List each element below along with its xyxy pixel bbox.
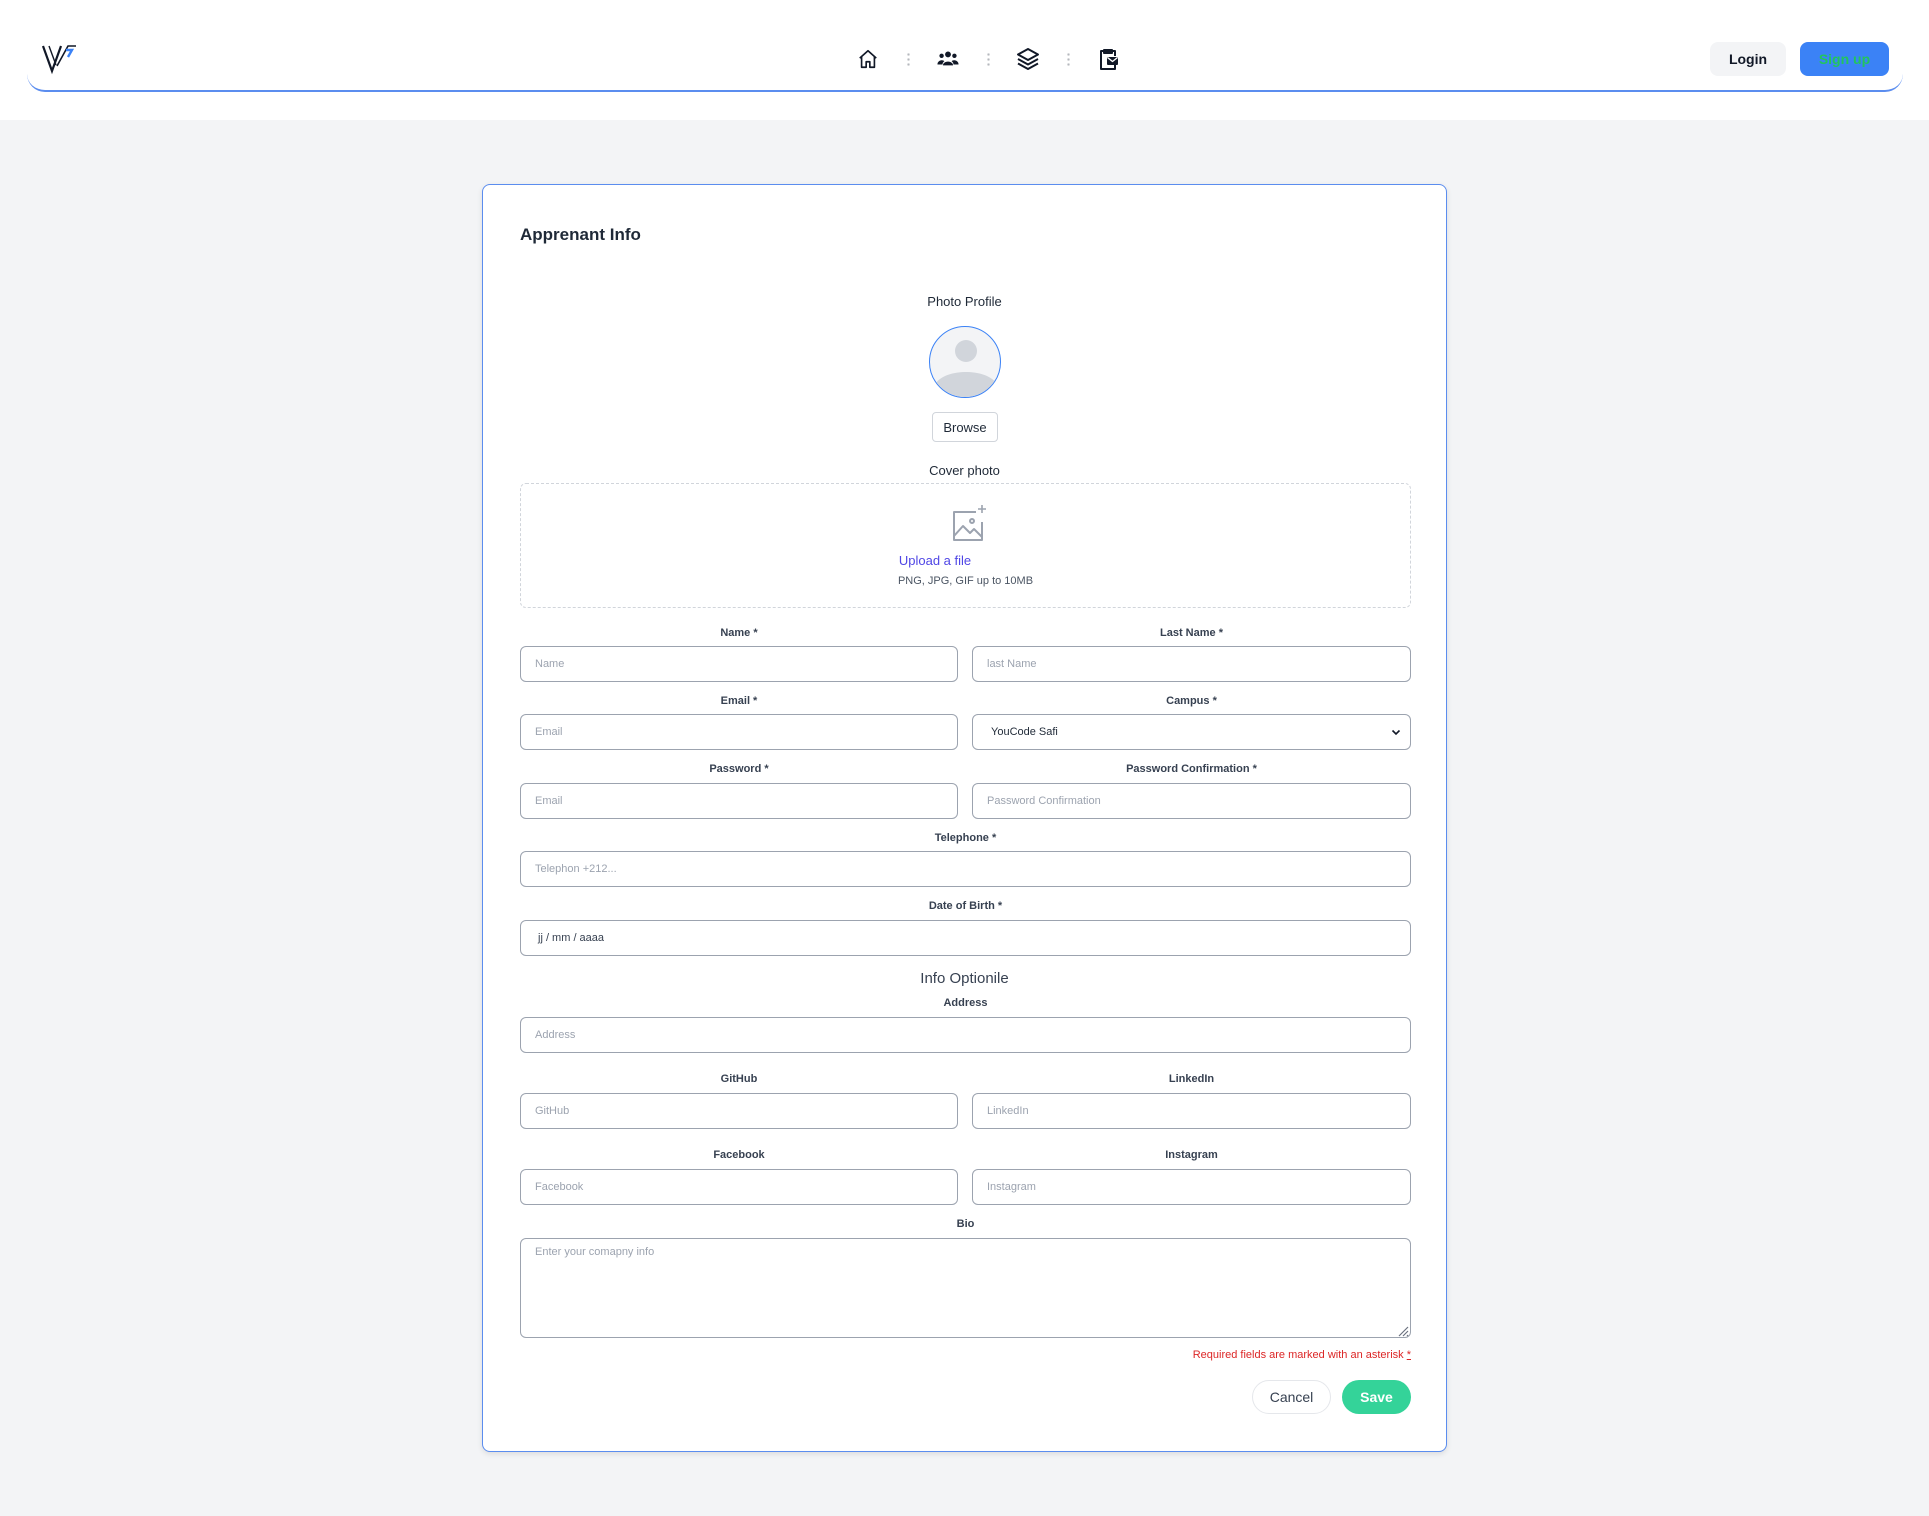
facebook-input[interactable]	[520, 1169, 958, 1205]
chevron-down-icon	[1391, 727, 1401, 740]
telephone-label: Telephone *	[934, 832, 997, 844]
signup-button[interactable]: Sign up	[1800, 42, 1889, 76]
apprenant-info-card: Apprenant Info Photo Profile Browse Cove…	[482, 184, 1447, 1452]
upload-hint: PNG, JPG, GIF up to 10MB	[897, 575, 1034, 587]
nav-separator	[963, 52, 1013, 66]
campus-label: Campus *	[1166, 695, 1217, 707]
instagram-label: Instagram	[1165, 1149, 1218, 1161]
instagram-input[interactable]	[972, 1169, 1411, 1205]
cover-photo-label: Cover photo	[929, 463, 1000, 478]
optional-section-title: Info Optionile	[920, 970, 1009, 987]
email-label: Email *	[720, 695, 758, 707]
linkedin-input[interactable]	[972, 1093, 1411, 1129]
github-input[interactable]	[520, 1093, 958, 1129]
password-confirmation-input[interactable]	[972, 783, 1411, 819]
last-name-input[interactable]	[972, 646, 1411, 682]
email-input[interactable]	[520, 714, 958, 750]
password-label: Password *	[709, 763, 769, 775]
image-upload-icon	[949, 504, 989, 549]
cover-photo-dropzone[interactable]: Upload a file PNG, JPG, GIF up to 10MB	[520, 483, 1411, 608]
cancel-button[interactable]: Cancel	[1252, 1380, 1331, 1414]
browse-button[interactable]: Browse	[932, 412, 998, 442]
password-confirmation-label: Password Confirmation *	[1126, 763, 1257, 775]
bio-label: Bio	[956, 1218, 975, 1230]
card-title: Apprenant Info	[520, 225, 641, 244]
top-navbar: Login Sign up	[0, 0, 1929, 120]
resize-handle-icon[interactable]	[1397, 1324, 1409, 1342]
password-input[interactable]	[520, 783, 958, 819]
brand-logo-icon[interactable]	[41, 42, 77, 76]
campus-select[interactable]: YouCode Safi	[972, 714, 1411, 750]
name-input[interactable]	[520, 646, 958, 682]
avatar-placeholder-icon[interactable]	[929, 326, 1001, 398]
required-note-text: Required fields are marked with an aster…	[1192, 1349, 1404, 1361]
date-of-birth-input[interactable]: jj / mm / aaaa	[520, 920, 1411, 956]
linkedin-label: LinkedIn	[1168, 1073, 1215, 1085]
address-input[interactable]	[520, 1017, 1411, 1053]
campus-selected-value: YouCode Safi	[991, 726, 1058, 738]
save-button[interactable]: Save	[1342, 1380, 1411, 1414]
date-of-birth-value: jj / mm / aaaa	[538, 932, 605, 944]
users-icon[interactable]	[933, 44, 963, 74]
required-fields-note: Required fields are marked with an aster…	[1193, 1349, 1411, 1361]
login-button[interactable]: Login	[1710, 42, 1786, 76]
name-label: Name *	[720, 627, 758, 639]
date-of-birth-label: Date of Birth *	[928, 900, 1003, 912]
upload-file-link[interactable]: Upload a file	[521, 553, 1349, 568]
address-label: Address	[943, 997, 988, 1009]
telephone-input[interactable]	[520, 851, 1411, 887]
facebook-label: Facebook	[713, 1149, 765, 1161]
clipboard-icon[interactable]	[1093, 44, 1123, 74]
layers-icon[interactable]	[1013, 44, 1043, 74]
last-name-label: Last Name *	[1160, 627, 1223, 639]
main-nav	[853, 44, 1123, 74]
photo-profile-label: Photo Profile	[927, 294, 1002, 309]
required-asterisk: *	[1406, 1349, 1411, 1361]
navbar-container: Login Sign up	[27, 0, 1903, 92]
bio-textarea[interactable]	[520, 1238, 1411, 1338]
github-label: GitHub	[720, 1073, 758, 1085]
home-icon[interactable]	[853, 44, 883, 74]
nav-separator	[1043, 52, 1093, 66]
nav-separator	[883, 52, 933, 66]
